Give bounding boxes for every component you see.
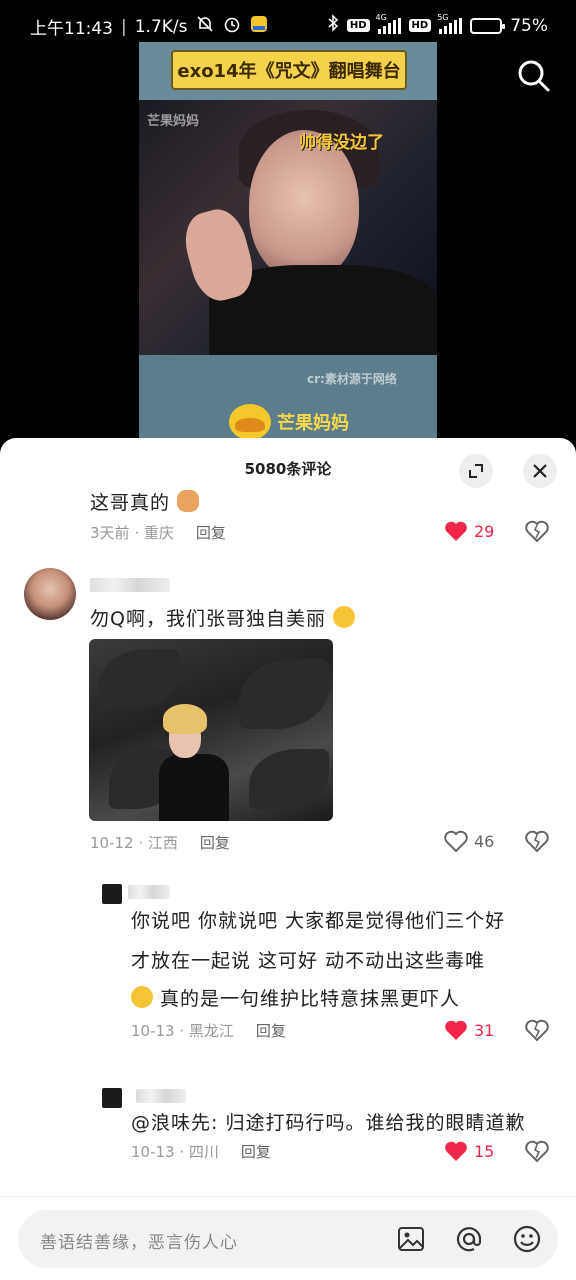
network-speed: 1.7K/s — [134, 16, 188, 37]
comment-input[interactable]: 善语结善缘，恶言伤人心 — [18, 1210, 558, 1268]
like-button[interactable]: 15 — [444, 1140, 494, 1162]
comment-image[interactable] — [89, 639, 333, 821]
heart-filled-icon — [445, 1020, 467, 1040]
comment-time-location: 10-13 · 四川 — [131, 1143, 219, 1161]
like-count: 15 — [474, 1141, 495, 1161]
signal-5g-icon: 5G — [437, 13, 463, 34]
like-button[interactable]: 31 — [444, 1019, 494, 1041]
battery-icon — [470, 17, 506, 34]
comment-text: 这哥真的 — [90, 488, 200, 515]
bluetooth-icon — [327, 14, 339, 37]
mango-logo-icon — [229, 404, 271, 440]
comment-text-body: 勿Q啊，我们张哥独自美丽 — [90, 608, 326, 630]
close-icon — [533, 464, 547, 478]
comment-meta: 10-12 · 江西 回复 — [90, 832, 230, 853]
video-frame — [139, 100, 437, 355]
reply-text-body: 真的是一句维护比特意抹黑更吓人 — [160, 988, 461, 1010]
alarm-icon — [222, 14, 242, 39]
expand-button[interactable] — [459, 454, 493, 488]
comment-input-placeholder: 善语结善缘，恶言伤人心 — [40, 1233, 238, 1253]
video-player[interactable]: exo14年《咒文》翻唱舞台 芒果妈妈 帅得没边了 cr:素材源于网络 芒果妈妈 — [139, 42, 437, 442]
comment-meta: 3天前 · 重庆 回复 — [90, 522, 226, 543]
image-leaf — [99, 649, 179, 709]
status-separator: | — [121, 16, 127, 37]
like-count: 31 — [474, 1020, 495, 1040]
like-count: 46 — [474, 831, 495, 851]
video-brand: 芒果妈妈 — [229, 404, 349, 440]
close-button[interactable] — [523, 454, 557, 488]
heart-filled-icon — [445, 521, 467, 541]
image-leaf — [249, 749, 329, 809]
crying-emoji-icon — [131, 986, 153, 1008]
image-leaf — [239, 659, 329, 729]
battery-percent: 75% — [510, 15, 548, 36]
comment-sheet-header: 5080条评论 — [0, 438, 576, 498]
person-coat — [159, 754, 229, 821]
expand-icon — [469, 464, 483, 478]
video-credit: cr:素材源于网络 — [307, 372, 397, 386]
hd-icon-2: HD — [408, 19, 432, 32]
image-picker-icon[interactable] — [396, 1224, 426, 1254]
comment-text-body: 这哥真的 — [90, 492, 171, 514]
comment-time-location: 3天前 · 重庆 — [90, 524, 174, 542]
reply-button[interactable]: 回复 — [256, 1020, 286, 1041]
reply-button[interactable]: 回复 — [241, 1141, 271, 1162]
dislike-button[interactable] — [524, 1017, 550, 1043]
reply-button[interactable]: 回复 — [196, 522, 226, 543]
heart-outline-icon — [444, 830, 468, 852]
search-icon — [518, 60, 550, 92]
like-button[interactable]: 29 — [444, 520, 494, 542]
avatar[interactable] — [24, 568, 76, 620]
mention-icon[interactable] — [454, 1224, 484, 1254]
video-caption: 帅得没边了 — [299, 133, 384, 153]
dislike-button[interactable] — [524, 828, 550, 854]
laughing-emoji-icon — [333, 606, 356, 628]
reply-button[interactable]: 回复 — [200, 832, 230, 853]
person-hair — [163, 704, 207, 734]
comment-text: 勿Q啊，我们张哥独自美丽 — [90, 604, 356, 631]
comment-meta: 10-13 · 四川 回复 — [131, 1141, 271, 1162]
video-title: exo14年《咒文》翻唱舞台 — [171, 50, 407, 90]
signal-4g-icon: 4G — [376, 13, 401, 34]
cow-emoji-icon — [177, 490, 200, 512]
comment-time-location: 10-12 · 江西 — [90, 834, 178, 852]
avatar[interactable] — [102, 884, 122, 904]
hd-icon: HD — [346, 19, 370, 32]
clock: 上午11:43 — [30, 19, 113, 39]
reply-text-line: 才放在一起说 这可好 动不动出这些毒唯 — [131, 950, 486, 972]
blurred-username — [90, 578, 170, 592]
avatar[interactable] — [102, 1088, 122, 1108]
brand-name: 芒果妈妈 — [277, 413, 349, 434]
heart-filled-icon — [445, 1141, 467, 1161]
comment-meta: 10-13 · 黑龙江 回复 — [131, 1020, 286, 1041]
blurred-username — [136, 1089, 186, 1103]
reply-text-line: @浪味先: 归途打码行吗。谁给我的眼睛道歉 — [131, 1112, 526, 1134]
input-divider — [0, 1196, 576, 1197]
search-button[interactable] — [514, 56, 554, 96]
muted-bell-icon — [196, 15, 214, 38]
reply-text-line: 真的是一句维护比特意抹黑更吓人 — [131, 984, 460, 1011]
image-person — [159, 704, 229, 821]
like-button[interactable]: 46 — [444, 830, 494, 852]
reply-text-line: 你说吧 你就说吧 大家都是觉得他们三个好 — [131, 910, 506, 932]
video-watermark: 芒果妈妈 — [147, 114, 200, 129]
blurred-username — [128, 885, 170, 899]
emoji-icon[interactable] — [512, 1224, 542, 1254]
dislike-button[interactable] — [524, 1138, 550, 1164]
like-count: 29 — [474, 521, 495, 541]
comment-sheet: 5080条评论 这哥真的 3天前 · 重庆 回复 29 勿Q啊，我们张哥独自美丽… — [0, 438, 576, 1280]
comment-time-location: 10-13 · 黑龙江 — [131, 1022, 234, 1040]
dislike-button[interactable] — [524, 518, 550, 544]
app-notification-icon — [250, 15, 268, 38]
